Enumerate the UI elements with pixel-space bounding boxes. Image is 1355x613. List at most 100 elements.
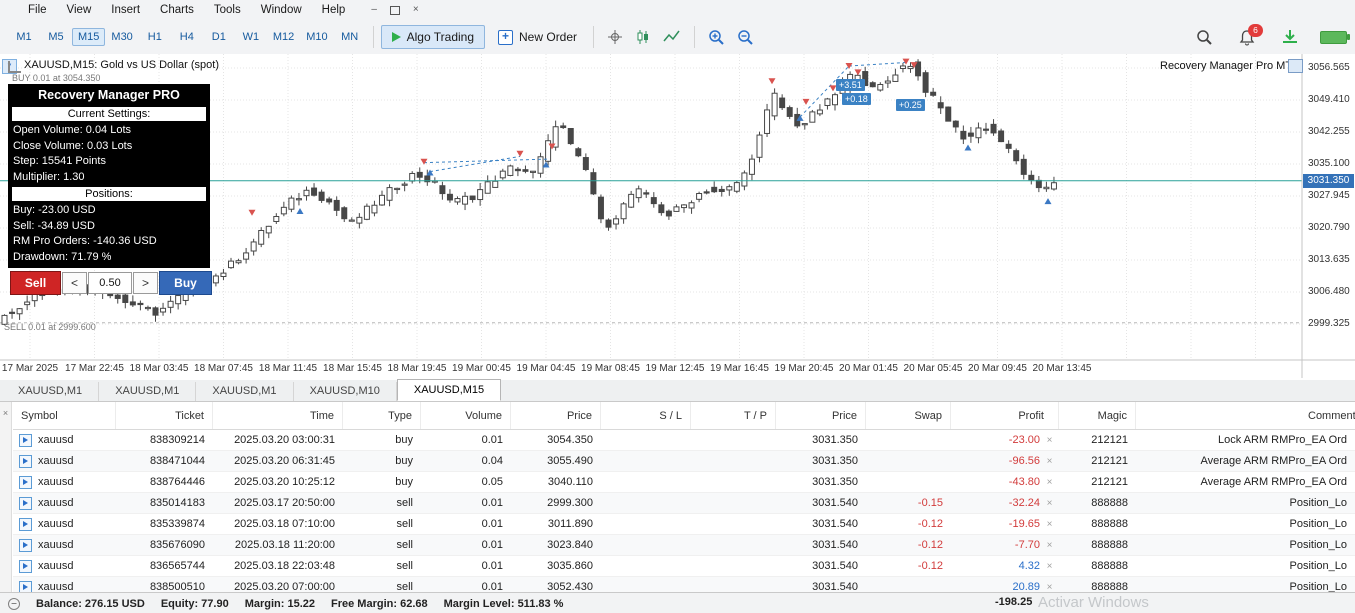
chart-tab[interactable]: XAUUSD,M1 [99,382,197,401]
menu-insert[interactable]: Insert [101,4,150,16]
timeframe-m15[interactable]: M15 [72,28,106,46]
buy-button[interactable]: Buy [159,271,212,295]
menu-window[interactable]: Window [251,4,312,16]
time-axis-label: 20 Mar 09:45 [968,363,1027,374]
toolbar-separator [593,26,595,48]
timeframe-m5[interactable]: M5 [40,28,72,46]
cell-volume: 0.01 [481,560,503,572]
margin-text: Margin: 15.22 [244,597,316,610]
col-sl[interactable]: S / L [601,402,691,429]
time-axis-label: 18 Mar 11:45 [258,363,318,374]
time-axis-label: 20 Mar 13:45 [1032,363,1092,374]
close-position-button[interactable]: × [1044,477,1055,488]
cell-symbol: xauusd [13,433,116,447]
chart-area[interactable]: ▼ XAUUSD,M15: Gold vs US Dollar (spot) B… [0,54,1355,380]
cell-price_current: 3031.540 [812,497,858,509]
candlestick-mode-icon[interactable] [634,28,652,46]
windows-activation-watermark: Activar Windows [1038,594,1149,611]
menu-tools[interactable]: Tools [204,4,251,16]
chart-window-controls: – × [371,5,419,15]
minimize-icon[interactable]: – [371,5,377,15]
position-row[interactable]: xauusd 835676090 2025.03.18 11:20:00 sell 0.… [13,535,1355,556]
setting-multiplier: Multiplier: 1.30 [13,170,85,183]
zoom-out-icon[interactable] [736,28,755,47]
position-row[interactable]: xauusd 838471044 2025.03.20 06:31:45 buy 0.0… [13,451,1355,472]
line-chart-mode-icon[interactable] [662,28,682,46]
algo-trading-button[interactable]: Algo Trading [380,25,486,49]
close-icon[interactable]: × [413,5,419,15]
time-axis[interactable]: 17 Mar 2025 17 Mar 22:45 18 Mar 03:45 18 Ma… [0,363,1302,379]
col-price-current[interactable]: Price [776,402,866,429]
cell-price: 3055.490 [547,455,593,467]
zoom-in-icon[interactable] [707,28,726,47]
volume-field[interactable]: 0.50 [88,272,132,294]
margin-level-text: Margin Level: 511.83 % [443,597,564,610]
close-position-button[interactable]: × [1044,435,1055,446]
position-row[interactable]: xauusd 836565744 2025.03.18 22:03:48 sell 0.… [13,556,1355,577]
col-magic[interactable]: Magic [1059,402,1136,429]
timeframe-mn[interactable]: MN [334,28,366,46]
volume-decrease-button[interactable]: < [62,272,87,294]
equity-text: Equity: 77.90 [160,597,229,610]
chart-tab[interactable]: XAUUSD,M1 [196,382,294,401]
timeframe-m12[interactable]: M12 [267,28,300,46]
menu-file[interactable]: File [18,4,57,16]
menu-charts[interactable]: Charts [150,4,204,16]
close-position-button[interactable]: × [1044,582,1055,593]
position-row[interactable]: xauusd 838309214 2025.03.20 03:00:31 buy 0.0… [13,430,1355,451]
crosshair-icon[interactable] [606,28,624,46]
notifications-bell-icon[interactable]: 6 [1239,23,1263,46]
price-axis[interactable]: 3056.565 3049.410 3042.255 3035.100 3027.945… [1302,54,1355,360]
volume-increase-button[interactable]: > [133,272,158,294]
col-price-open[interactable]: Price [511,402,601,429]
position-row[interactable]: xauusd 838764446 2025.03.20 10:25:12 buy 0.0… [13,472,1355,493]
cell-magic: 212121 [1091,434,1128,446]
position-row[interactable]: xauusd 835014183 2025.03.17 20:50:00 sell 0.… [13,493,1355,514]
time-axis-label: 19 Mar 16:45 [710,363,769,374]
new-order-button[interactable]: + New Order [489,26,586,49]
ea-icon[interactable] [1288,59,1303,73]
time-axis-label: 19 Mar 12:45 [645,363,705,374]
col-ticket[interactable]: Ticket [116,402,213,429]
chart-tab-active[interactable]: XAUUSD,M15 [396,379,502,401]
search-icon[interactable] [1195,28,1213,46]
download-icon[interactable] [1281,29,1299,45]
timeframe-w1[interactable]: W1 [235,28,267,46]
col-comment[interactable]: Comment [1136,402,1355,429]
col-time[interactable]: Time [213,402,343,429]
position-row[interactable]: xauusd 835339874 2025.03.18 07:10:00 sell 0.… [13,514,1355,535]
toolbox-close-strip[interactable]: × [0,402,12,592]
restore-icon[interactable] [389,5,400,15]
col-type[interactable]: Type [343,402,421,429]
cell-ticket: 838471044 [149,455,205,467]
timeframe-h4[interactable]: H4 [171,28,203,46]
chart-tab[interactable]: XAUUSD,M10 [294,382,397,401]
col-volume[interactable]: Volume [421,402,511,429]
cell-swap: -0.12 [917,539,943,551]
col-profit[interactable]: Profit [951,402,1059,429]
col-tp[interactable]: T / P [691,402,776,429]
position-type-icon [19,496,32,510]
chart-tab[interactable]: XAUUSD,M1 [2,382,100,401]
close-position-button[interactable]: × [1044,561,1055,572]
close-position-button[interactable]: × [1044,456,1055,467]
menu-help[interactable]: Help [312,4,356,16]
floating-profit-total: -198.25 [995,596,1033,608]
close-position-button[interactable]: × [1044,498,1055,509]
close-position-button[interactable]: × [1044,519,1055,530]
timeframe-m30[interactable]: M30 [105,28,138,46]
menu-view[interactable]: View [57,4,102,16]
timeframe-m1[interactable]: M1 [8,28,40,46]
col-swap[interactable]: Swap [866,402,951,429]
close-position-button[interactable]: × [1044,540,1055,551]
time-axis-label: 18 Mar 15:45 [323,363,382,374]
price-axis-label: 3056.565 [1308,62,1350,73]
trade-buttons-row: Sell < 0.50 > Buy [10,271,212,295]
panel-section-header: Positions: [12,187,206,201]
timeframe-d1[interactable]: D1 [203,28,235,46]
timeframe-m10[interactable]: M10 [300,28,333,46]
col-symbol[interactable]: Symbol [13,402,116,429]
sell-button[interactable]: Sell [10,271,61,295]
timeframe-h1[interactable]: H1 [139,28,171,46]
cell-profit: -19.65 × [951,518,1059,530]
